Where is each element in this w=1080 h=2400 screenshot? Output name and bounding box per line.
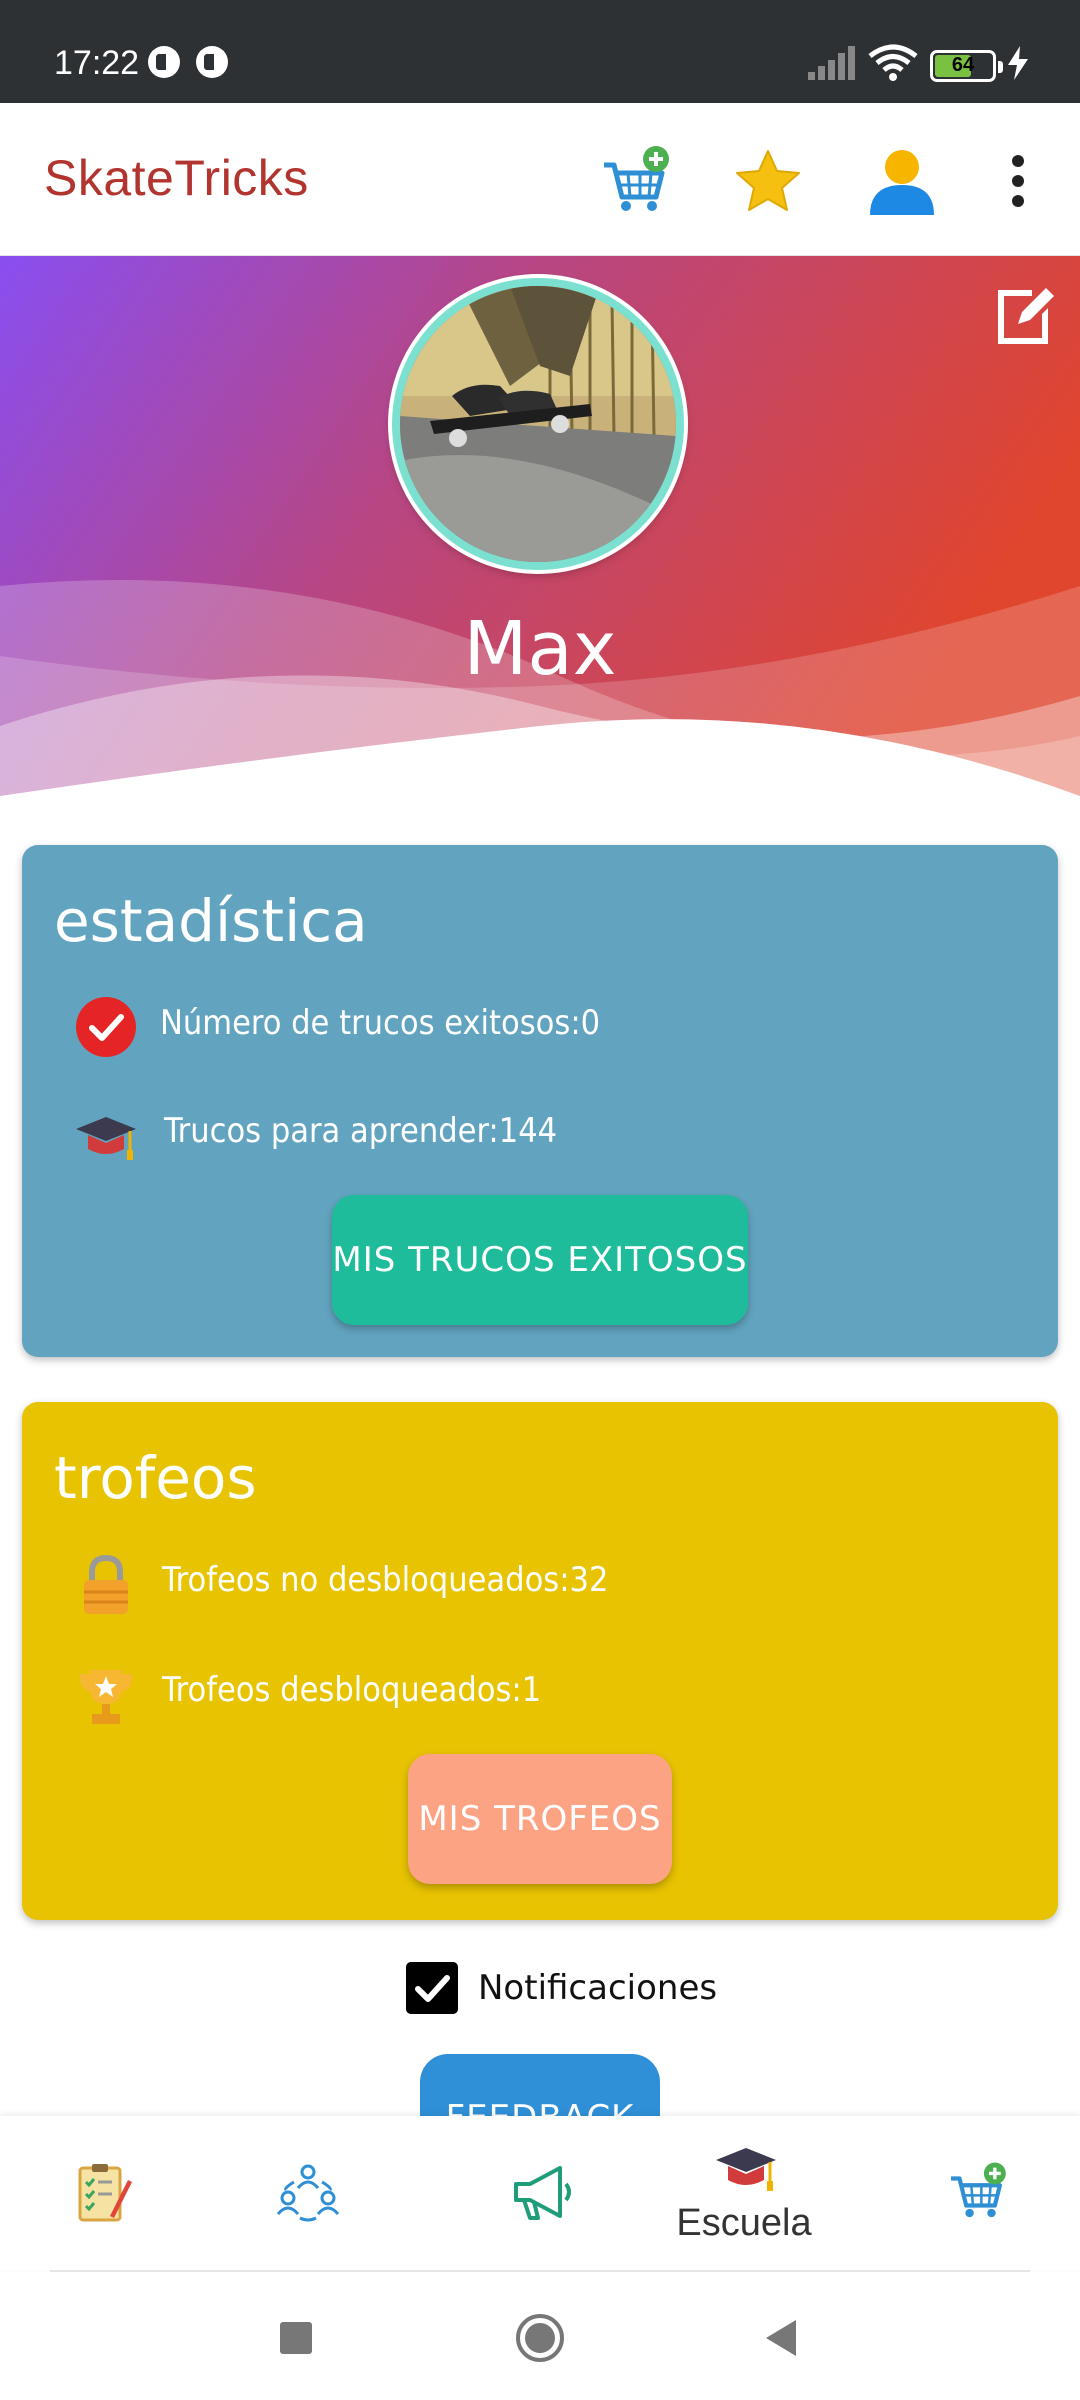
my-successful-tricks-button[interactable]: MIS TRUCOS EXITOSOS bbox=[332, 1195, 748, 1325]
system-navigation-bar bbox=[0, 2272, 1080, 2400]
cart-add-icon[interactable] bbox=[598, 143, 674, 219]
my-trophies-button[interactable]: MIS TROFEOS bbox=[408, 1754, 672, 1884]
successful-tricks-count: Número de trucos exitosos:0 bbox=[160, 1003, 601, 1043]
charging-icon bbox=[1008, 46, 1028, 80]
check-circle-icon bbox=[76, 997, 136, 1057]
profile-header: Max bbox=[0, 256, 1080, 816]
trophies-card: trofeos Trofeos no desbloqueados:32 Trof… bbox=[22, 1402, 1058, 1920]
checkbox-checked-icon[interactable] bbox=[406, 1962, 458, 2014]
tricks-to-learn-count: Trucos para aprender:144 bbox=[164, 1111, 558, 1151]
avatar[interactable] bbox=[392, 278, 684, 570]
trophies-card-title: trofeos bbox=[54, 1444, 257, 1512]
recents-button[interactable] bbox=[270, 2312, 322, 2364]
app-bar: SkateTricks bbox=[0, 103, 1080, 256]
checklist-icon bbox=[78, 2164, 132, 2222]
megaphone-icon bbox=[514, 2166, 571, 2220]
nav-item-announcements[interactable] bbox=[440, 2116, 640, 2270]
locked-trophies-count: Trofeos no desbloqueados:32 bbox=[162, 1560, 609, 1600]
status-bar: 17:22 64 bbox=[0, 0, 1080, 103]
battery-icon: 64 bbox=[930, 50, 1003, 82]
notifications-label: Notificaciones bbox=[478, 1968, 718, 2008]
bottom-navigation: Escuela bbox=[0, 2116, 1080, 2270]
signal-icon bbox=[808, 46, 855, 80]
status-time: 17:22 bbox=[54, 44, 140, 82]
nav-item-checklist[interactable] bbox=[0, 2116, 200, 2270]
wifi-icon bbox=[868, 44, 918, 81]
edit-icon[interactable] bbox=[994, 282, 1056, 344]
back-button[interactable] bbox=[756, 2312, 808, 2364]
nav-item-school[interactable]: Escuela bbox=[644, 2116, 844, 2270]
home-button[interactable] bbox=[514, 2312, 566, 2364]
trophy-icon bbox=[80, 1670, 132, 1724]
star-icon[interactable] bbox=[730, 143, 806, 219]
stats-card-title: estadística bbox=[54, 887, 368, 955]
app-title: SkateTricks bbox=[44, 150, 309, 206]
battery-level: 64 bbox=[951, 54, 975, 76]
notification-icon bbox=[148, 46, 180, 78]
community-icon bbox=[276, 2164, 340, 2222]
graduation-cap-icon bbox=[716, 2148, 776, 2191]
user-icon[interactable] bbox=[864, 143, 940, 219]
cart-add-icon bbox=[951, 2162, 1006, 2218]
stats-card: estadística Número de trucos exitosos:0 … bbox=[22, 845, 1058, 1357]
user-name: Max bbox=[463, 606, 617, 692]
nav-label-school: Escuela bbox=[676, 2202, 812, 2244]
unlocked-trophies-count: Trofeos desbloqueados:1 bbox=[162, 1670, 542, 1710]
graduation-cap-icon bbox=[76, 1117, 136, 1160]
more-vert-icon[interactable] bbox=[994, 143, 1042, 219]
nav-item-shop[interactable] bbox=[876, 2116, 1076, 2270]
skateboarder-photo bbox=[400, 286, 676, 562]
notification-icon bbox=[196, 46, 228, 78]
nav-item-community[interactable] bbox=[206, 2116, 406, 2270]
padlock-icon bbox=[84, 1554, 128, 1614]
